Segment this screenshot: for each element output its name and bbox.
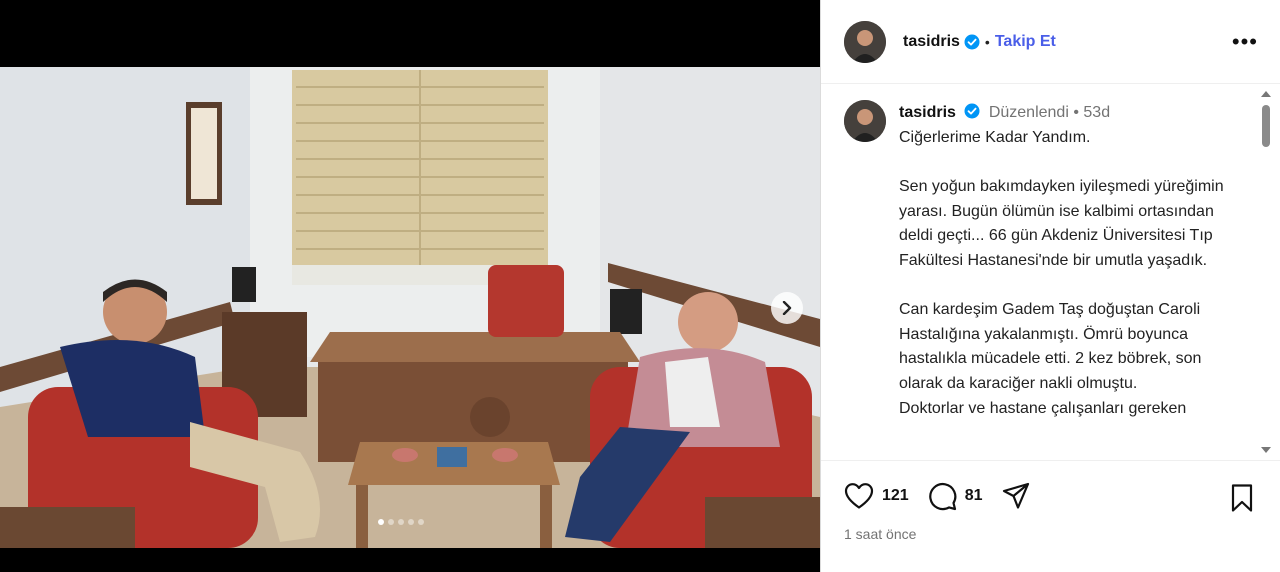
carousel-dots — [378, 519, 424, 525]
caption-avatar[interactable] — [844, 100, 886, 142]
carousel-dot — [378, 519, 384, 525]
caption-username[interactable]: tasidris — [899, 104, 956, 121]
post-time[interactable]: 53d — [1083, 104, 1110, 121]
caption-scrollbar[interactable] — [1260, 89, 1272, 455]
caption-header: tasidris Düzenlendi • 53d — [899, 103, 1239, 123]
bookmark-icon — [1231, 484, 1253, 512]
chevron-right-icon — [782, 301, 792, 315]
follow-button[interactable]: Takip Et — [995, 33, 1056, 51]
scroll-up-arrow[interactable] — [1261, 91, 1271, 97]
caption: tasidris Düzenlendi • 53d Ciğerlerime Ka… — [899, 103, 1239, 421]
avatar[interactable] — [844, 20, 886, 63]
comment-button[interactable]: 81 — [927, 481, 983, 511]
avatar-image — [844, 100, 886, 142]
more-options-button[interactable]: ••• — [1231, 28, 1258, 54]
comment-icon — [928, 482, 957, 511]
share-button[interactable] — [1001, 481, 1031, 511]
post-author-username[interactable]: tasidris — [903, 33, 960, 51]
carousel-dot — [408, 519, 414, 525]
avatar-image — [844, 20, 886, 63]
post-header: tasidris • Takip Et ••• — [821, 0, 1280, 84]
comment-count[interactable]: 81 — [965, 487, 983, 505]
scroll-down-arrow[interactable] — [1261, 447, 1271, 453]
post-media — [0, 0, 820, 572]
post-actions: 121 81 1 saat önce — [821, 460, 1280, 572]
like-count[interactable]: 121 — [882, 487, 909, 505]
separator: • — [984, 33, 990, 50]
instagram-post-modal: tasidris • Takip Et ••• tasidris Düzenle… — [0, 0, 1280, 572]
verified-badge-icon — [964, 103, 980, 119]
post-photo — [0, 67, 820, 548]
caption-scroll-area[interactable]: tasidris Düzenlendi • 53d Ciğerlerime Ka… — [821, 85, 1280, 460]
more-icon: ••• — [1231, 28, 1258, 54]
scroll-thumb[interactable] — [1262, 105, 1270, 147]
heart-icon — [844, 483, 874, 509]
edited-label: Düzenlendi — [988, 104, 1069, 121]
carousel-dot — [388, 519, 394, 525]
share-icon — [1002, 482, 1029, 509]
save-button[interactable] — [1229, 483, 1255, 518]
verified-badge-icon — [964, 34, 980, 49]
post-side-panel: tasidris • Takip Et ••• tasidris Düzenle… — [820, 0, 1280, 572]
carousel-dot — [398, 519, 404, 525]
like-button[interactable]: 121 — [844, 482, 909, 510]
caption-text: Ciğerlerime Kadar Yandım. Sen yoğun bakı… — [899, 129, 1224, 417]
post-timestamp[interactable]: 1 saat önce — [844, 526, 916, 542]
separator: • — [1073, 104, 1079, 121]
carousel-next-button[interactable] — [771, 292, 803, 324]
carousel-dot — [418, 519, 424, 525]
